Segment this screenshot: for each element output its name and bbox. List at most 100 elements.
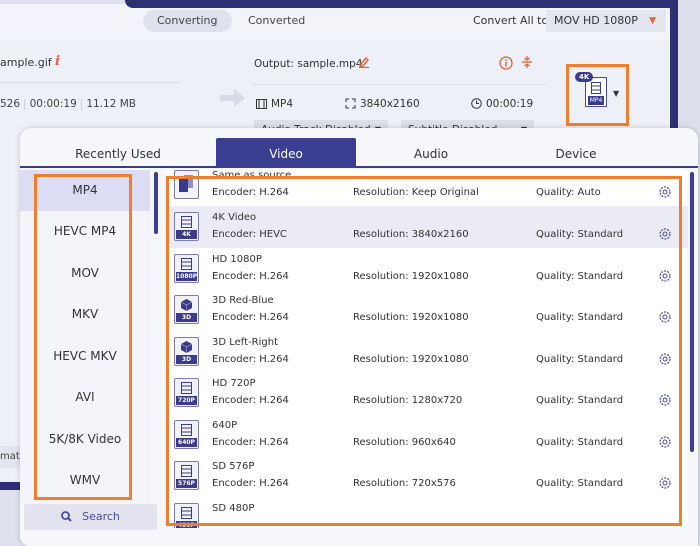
format-name: SD 576P bbox=[212, 461, 255, 472]
format-encoder: Encoder: H.264 bbox=[212, 270, 289, 282]
output-file-name: Output: sample.mp4 bbox=[254, 58, 363, 70]
format-encoder: Encoder: H.264 bbox=[212, 312, 289, 323]
cube-icon: 3D bbox=[174, 295, 199, 324]
format-quality: Quality: Standard bbox=[536, 478, 624, 489]
tab-video[interactable]: Video bbox=[216, 138, 356, 168]
category-wmv[interactable]: WMV bbox=[20, 460, 150, 501]
category-avi[interactable]: AVI bbox=[20, 377, 150, 418]
format-row[interactable]: 640P 640P Encoder: H.264 Resolution: 960… bbox=[166, 414, 688, 456]
convert-all-label: Convert All to: bbox=[473, 14, 552, 27]
format-scrollbar[interactable] bbox=[690, 172, 694, 452]
format-quality: Quality: Standard bbox=[536, 353, 624, 365]
format-row[interactable]: 4K 4K Video Encoder: HEVC Resolution: 38… bbox=[166, 206, 688, 248]
format-resolution: Resolution: Keep Original bbox=[353, 187, 479, 198]
format-row[interactable]: 480P SD 480P bbox=[166, 497, 688, 528]
format-name: 3D Red-Blue bbox=[212, 295, 274, 306]
category-mov[interactable]: MOV bbox=[20, 253, 150, 294]
category-hevc-mkv[interactable]: HEVC MKV bbox=[20, 336, 150, 377]
format-row[interactable]: 3D 3D Left-Right Encoder: H.264 Resoluti… bbox=[166, 331, 688, 373]
category-list: MP4 HEVC MP4 MOV MKV HEVC MKV AVI 5K/8K … bbox=[20, 170, 150, 504]
format-quality: Quality: Standard bbox=[536, 395, 624, 406]
gear-icon[interactable] bbox=[658, 269, 672, 283]
merge-split-icon[interactable] bbox=[521, 55, 533, 69]
format-quality: Quality: Auto bbox=[536, 187, 601, 198]
format-name: 4K Video bbox=[212, 212, 257, 223]
copy-icon bbox=[174, 170, 199, 199]
partial-input[interactable]: mat bbox=[0, 446, 20, 468]
format-selector-popup: Recently Used Video Audio Device MP4 HEV… bbox=[20, 128, 698, 546]
format-name: 3D Left-Right bbox=[212, 336, 278, 348]
convert-all-select[interactable]: MOV HD 1080P ▼ bbox=[546, 10, 666, 32]
film-icon: 1080P bbox=[174, 253, 199, 283]
format-row[interactable]: Same as source Encoder: H.264 Resolution… bbox=[166, 170, 688, 206]
output-info-icon[interactable] bbox=[499, 56, 513, 70]
tab-converted[interactable]: Converted bbox=[234, 10, 319, 32]
info-icon[interactable]: i bbox=[55, 54, 60, 69]
format-name: HD 720P bbox=[212, 378, 256, 389]
gear-icon[interactable] bbox=[658, 393, 672, 407]
output-profile-button[interactable]: MP4 4K ▼ bbox=[566, 64, 629, 126]
format-encoder: Encoder: H.264 bbox=[212, 395, 289, 406]
popup-tabs: Recently Used Video Audio Device bbox=[20, 128, 698, 168]
film-icon: 4K bbox=[174, 212, 199, 241]
output-duration: 00:00:19 bbox=[471, 98, 533, 110]
format-tag: 576P bbox=[176, 479, 197, 488]
search-button[interactable]: Search bbox=[24, 504, 157, 530]
source-size: 11.12 MB bbox=[86, 98, 136, 110]
category-5k-8k-video[interactable]: 5K/8K Video bbox=[20, 419, 150, 460]
format-tag: 4K bbox=[176, 230, 197, 239]
edit-icon[interactable] bbox=[358, 56, 370, 68]
format-tag: 640P bbox=[176, 437, 197, 447]
gear-icon[interactable] bbox=[658, 310, 672, 324]
cube-icon: 3D bbox=[174, 336, 199, 366]
resize-icon bbox=[345, 98, 356, 109]
gear-icon[interactable] bbox=[658, 185, 672, 199]
format-name: SD 480P bbox=[212, 502, 255, 514]
source-resolution: 526 bbox=[0, 98, 21, 110]
format-row[interactable]: 576P SD 576P Encoder: H.264 Resolution: … bbox=[166, 455, 688, 497]
category-mp4[interactable]: MP4 bbox=[20, 170, 150, 211]
category-mkv[interactable]: MKV bbox=[20, 294, 150, 335]
format-tag: 3D bbox=[176, 313, 197, 322]
category-hevc-mp4[interactable]: HEVC MP4 bbox=[20, 211, 150, 252]
gear-icon[interactable] bbox=[658, 476, 672, 490]
film-icon bbox=[256, 99, 267, 109]
tab-converting[interactable]: Converting bbox=[143, 10, 232, 32]
title-bar bbox=[125, 0, 700, 8]
format-encoder: Encoder: H.264 bbox=[212, 187, 289, 198]
gear-icon[interactable] bbox=[658, 435, 672, 449]
format-resolution: Resolution: 1920x1080 bbox=[353, 353, 469, 365]
gear-icon[interactable] bbox=[658, 227, 672, 241]
search-icon bbox=[61, 511, 72, 522]
tab-recently-used[interactable]: Recently Used bbox=[20, 138, 216, 168]
gear-icon[interactable] bbox=[658, 352, 672, 366]
source-duration: 00:00:19 bbox=[29, 98, 77, 110]
format-encoder: Encoder: H.264 bbox=[212, 353, 289, 365]
format-encoder: Encoder: HEVC bbox=[212, 229, 287, 240]
format-encoder: Encoder: H.264 bbox=[212, 436, 289, 448]
film-icon: 480P bbox=[174, 502, 199, 528]
output-resolution-value: 3840x2160 bbox=[360, 98, 420, 110]
format-name: 640P bbox=[212, 419, 238, 431]
format-quality: Quality: Standard bbox=[536, 436, 624, 448]
output-duration-value: 00:00:19 bbox=[486, 98, 534, 110]
format-row[interactable]: 3D 3D Red-Blue Encoder: H.264 Resolution… bbox=[166, 289, 688, 331]
film-icon: 576P bbox=[174, 461, 199, 490]
format-row[interactable]: 720P HD 720P Encoder: H.264 Resolution: … bbox=[166, 372, 688, 414]
profile-4k-badge: 4K bbox=[575, 72, 594, 82]
source-meta: 526 | 00:00:19 | 11.12 MB bbox=[0, 98, 136, 110]
format-tag: 1080P bbox=[176, 271, 198, 281]
tab-device[interactable]: Device bbox=[506, 138, 646, 168]
format-quality: Quality: Standard bbox=[536, 229, 624, 240]
format-encoder: Encoder: H.264 bbox=[212, 478, 289, 489]
category-scrollbar[interactable] bbox=[154, 172, 158, 234]
format-row[interactable]: 1080P HD 1080P Encoder: H.264 Resolution… bbox=[166, 248, 688, 290]
tab-audio[interactable]: Audio bbox=[356, 138, 506, 168]
output-format: MP4 bbox=[256, 98, 293, 110]
film-icon bbox=[591, 82, 601, 94]
caret-down-icon: ▼ bbox=[649, 16, 656, 26]
format-quality: Quality: Standard bbox=[536, 270, 624, 282]
format-resolution: Resolution: 720x576 bbox=[353, 478, 456, 489]
output-resolution: 3840x2160 bbox=[345, 98, 420, 110]
format-name: Same as source bbox=[212, 170, 292, 181]
